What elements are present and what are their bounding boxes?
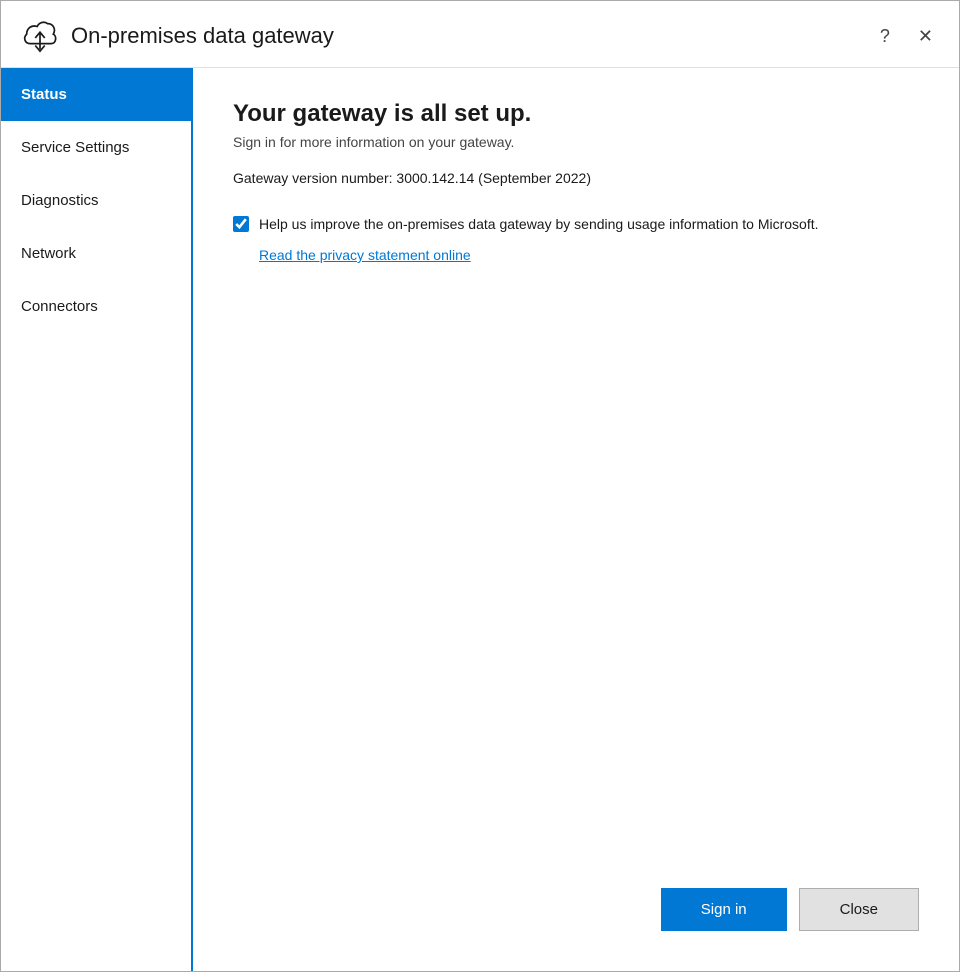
sidebar: Status Service Settings Diagnostics Netw… <box>1 68 193 971</box>
status-heading: Your gateway is all set up. <box>233 100 919 128</box>
usage-checkbox-label[interactable]: Help us improve the on-premises data gat… <box>259 214 819 235</box>
sidebar-item-service-settings[interactable]: Service Settings <box>1 121 191 174</box>
sidebar-item-status[interactable]: Status <box>1 68 191 121</box>
app-window: On-premises data gateway ? ✕ Status Serv… <box>0 0 960 972</box>
signin-button[interactable]: Sign in <box>661 888 787 931</box>
privacy-link[interactable]: Read the privacy statement online <box>259 247 471 263</box>
main-content: Status Service Settings Diagnostics Netw… <box>1 68 959 971</box>
sidebar-item-diagnostics[interactable]: Diagnostics <box>1 174 191 227</box>
status-subtitle: Sign in for more information on your gat… <box>233 134 919 150</box>
version-number: Gateway version number: 3000.142.14 (Sep… <box>233 170 919 186</box>
title-bar: On-premises data gateway ? ✕ <box>1 1 959 68</box>
usage-checkbox[interactable] <box>233 216 249 232</box>
app-icon <box>21 17 59 55</box>
help-button[interactable]: ? <box>874 23 896 49</box>
close-window-button[interactable]: ✕ <box>912 23 939 49</box>
status-content: Your gateway is all set up. Sign in for … <box>233 100 919 872</box>
close-button[interactable]: Close <box>799 888 919 931</box>
content-area: Your gateway is all set up. Sign in for … <box>193 68 959 971</box>
window-controls: ? ✕ <box>874 23 939 49</box>
usage-checkbox-row: Help us improve the on-premises data gat… <box>233 214 919 237</box>
sidebar-item-network[interactable]: Network <box>1 227 191 280</box>
sidebar-item-connectors[interactable]: Connectors <box>1 280 191 333</box>
app-title: On-premises data gateway <box>71 23 874 49</box>
usage-checkbox-wrapper <box>233 216 249 237</box>
footer-buttons: Sign in Close <box>233 872 919 939</box>
